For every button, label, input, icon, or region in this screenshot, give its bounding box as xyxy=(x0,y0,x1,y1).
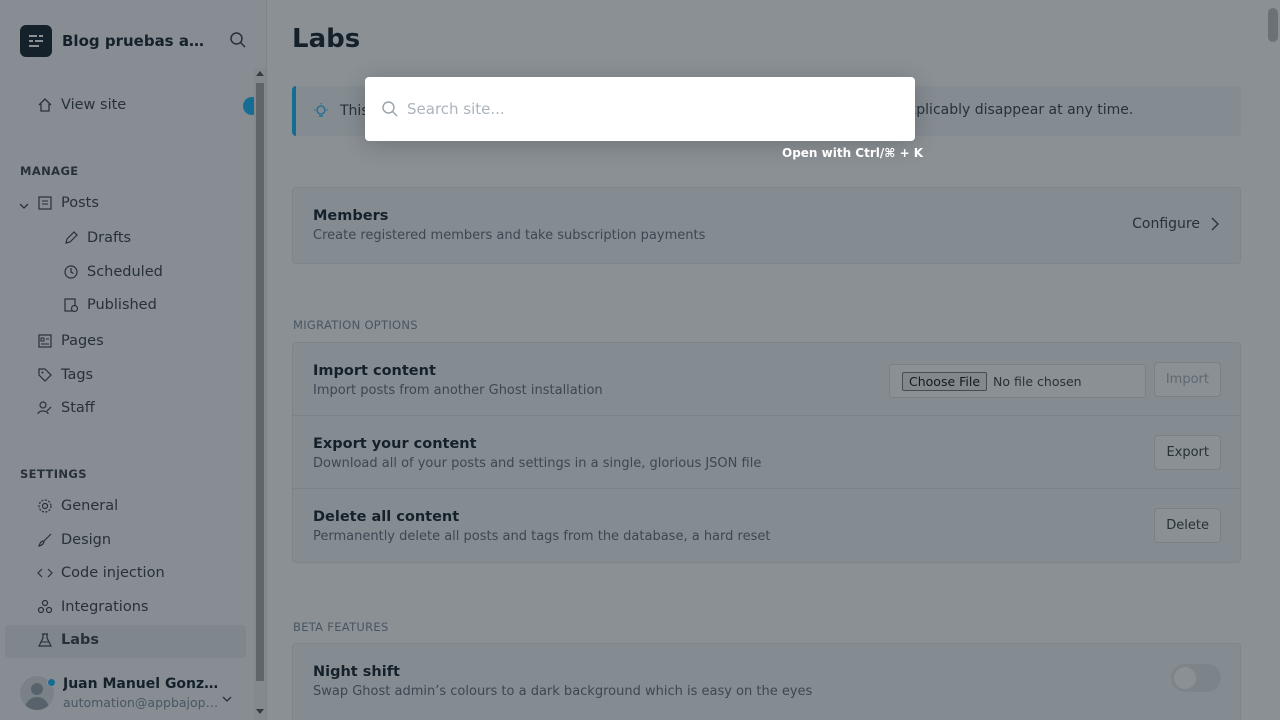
search-shortcut-hint: Open with Ctrl/⌘ + K xyxy=(782,146,924,160)
search-input[interactable] xyxy=(407,100,887,118)
search-modal xyxy=(365,77,915,141)
search-icon xyxy=(381,100,399,118)
